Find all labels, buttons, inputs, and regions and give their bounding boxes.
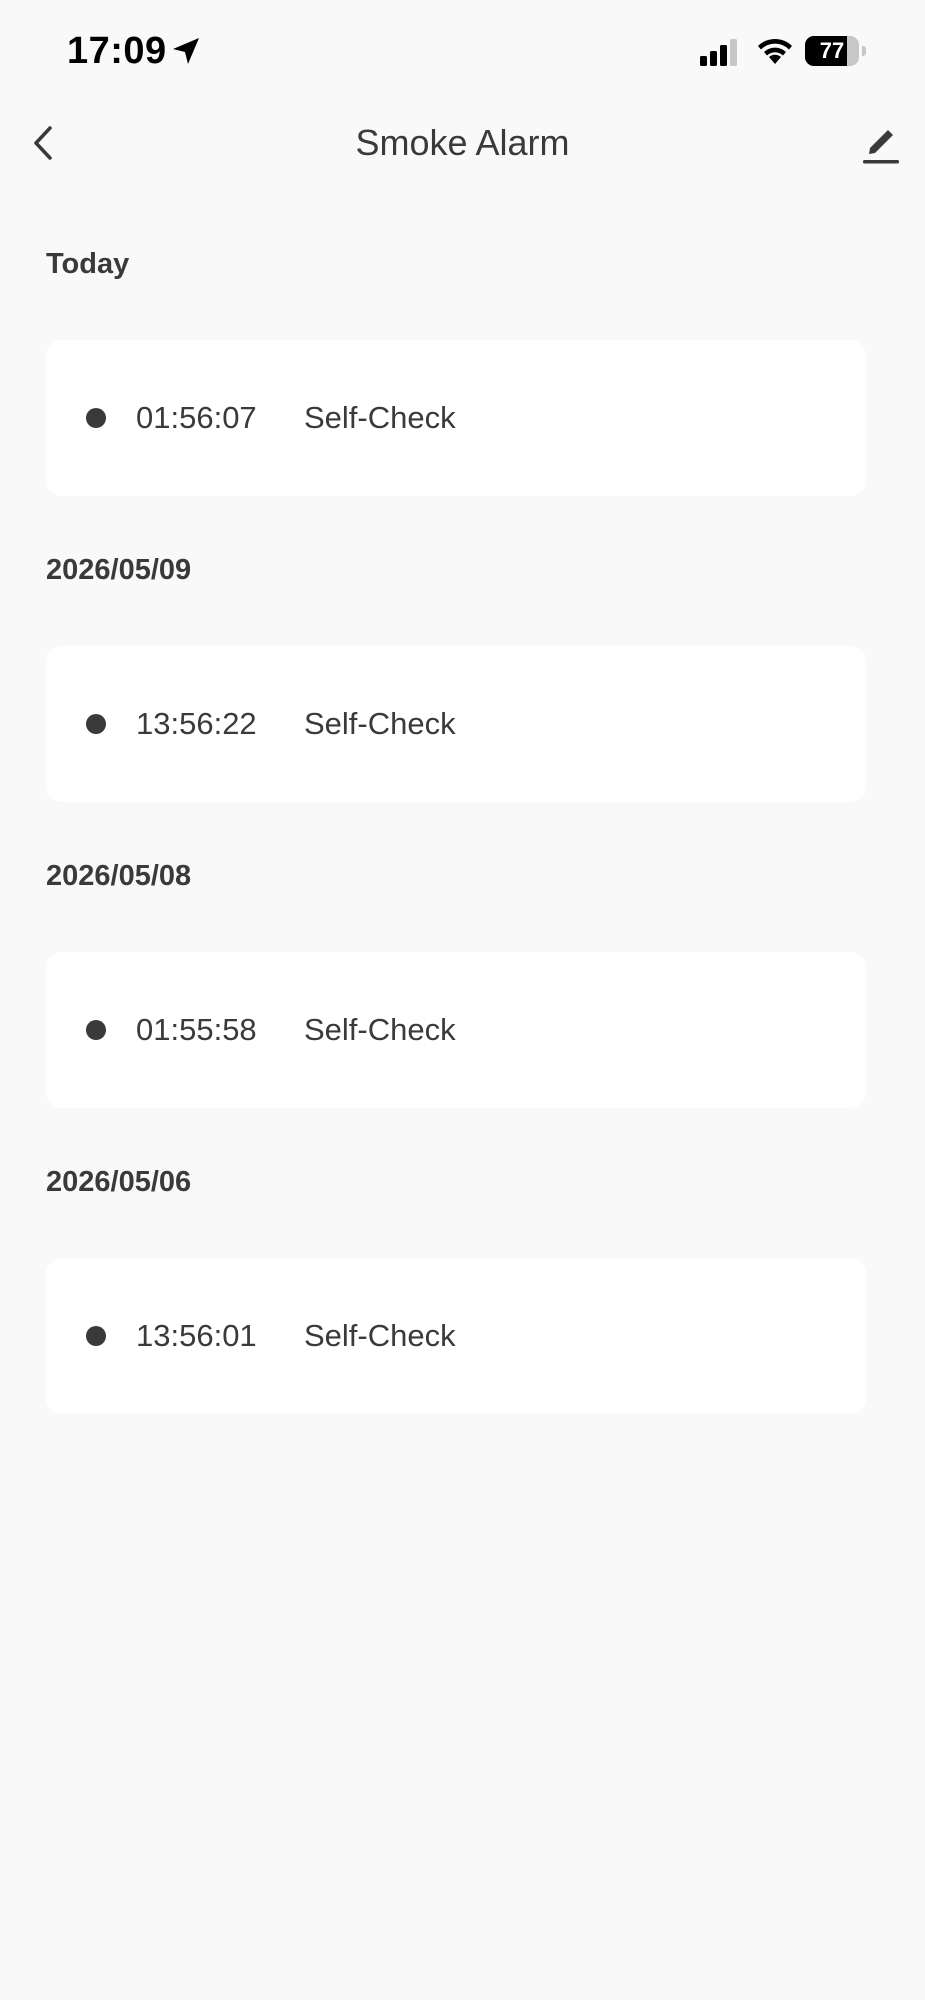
- history-section: 2026/05/09 13:56:22 Self-Check: [0, 496, 925, 802]
- bullet-dot-icon: [86, 714, 106, 734]
- cellular-signal-icon: [700, 38, 740, 66]
- record-type: Self-Check: [304, 1318, 456, 1353]
- bullet-dot-icon: [86, 408, 106, 428]
- section-date-header: 2026/05/06: [46, 1166, 192, 1198]
- pencil-icon: [863, 130, 899, 164]
- chevron-left-icon: [34, 126, 52, 160]
- history-record-card[interactable]: 13:56:22 Self-Check: [46, 646, 866, 802]
- bullet-dot-icon: [86, 1020, 106, 1040]
- status-bar: 17:09 77: [0, 0, 925, 100]
- location-arrow-icon: [170, 35, 202, 67]
- record-time: 01:56:07: [136, 400, 257, 435]
- history-record-card[interactable]: 01:56:07 Self-Check: [46, 340, 866, 496]
- navigation-bar: Smoke Alarm: [0, 100, 925, 190]
- history-section: Today 01:56:07 Self-Check: [0, 190, 925, 496]
- wifi-icon: [755, 36, 795, 66]
- battery-body: 77: [805, 36, 859, 66]
- bullet-dot-icon: [86, 1326, 106, 1346]
- battery-level: 77: [819, 38, 845, 63]
- record-time: 01:55:58: [136, 1012, 257, 1047]
- back-button[interactable]: [20, 118, 70, 168]
- record-time: 13:56:22: [136, 706, 257, 741]
- record-type: Self-Check: [304, 400, 456, 435]
- battery-icon: 77: [805, 36, 867, 66]
- record-time: 13:56:01: [136, 1318, 257, 1353]
- history-section: 2026/05/08 01:55:58 Self-Check: [0, 802, 925, 1108]
- history-section: 2026/05/06 13:56:01 Self-Check: [0, 1108, 925, 1414]
- history-record-card[interactable]: 13:56:01 Self-Check: [46, 1258, 866, 1414]
- section-date-header: Today: [46, 248, 130, 280]
- section-date-header: 2026/05/09: [46, 554, 192, 586]
- history-list: Today 01:56:07 Self-Check 2026/05/09 13:…: [0, 190, 925, 1414]
- record-type: Self-Check: [304, 1012, 456, 1047]
- status-time: 17:09: [67, 30, 167, 72]
- page-title: Smoke Alarm: [355, 122, 570, 163]
- section-date-header: 2026/05/08: [46, 860, 192, 892]
- history-record-card[interactable]: 01:55:58 Self-Check: [46, 952, 866, 1108]
- record-type: Self-Check: [304, 706, 456, 741]
- battery-nub: [862, 46, 866, 56]
- edit-button[interactable]: [855, 120, 905, 170]
